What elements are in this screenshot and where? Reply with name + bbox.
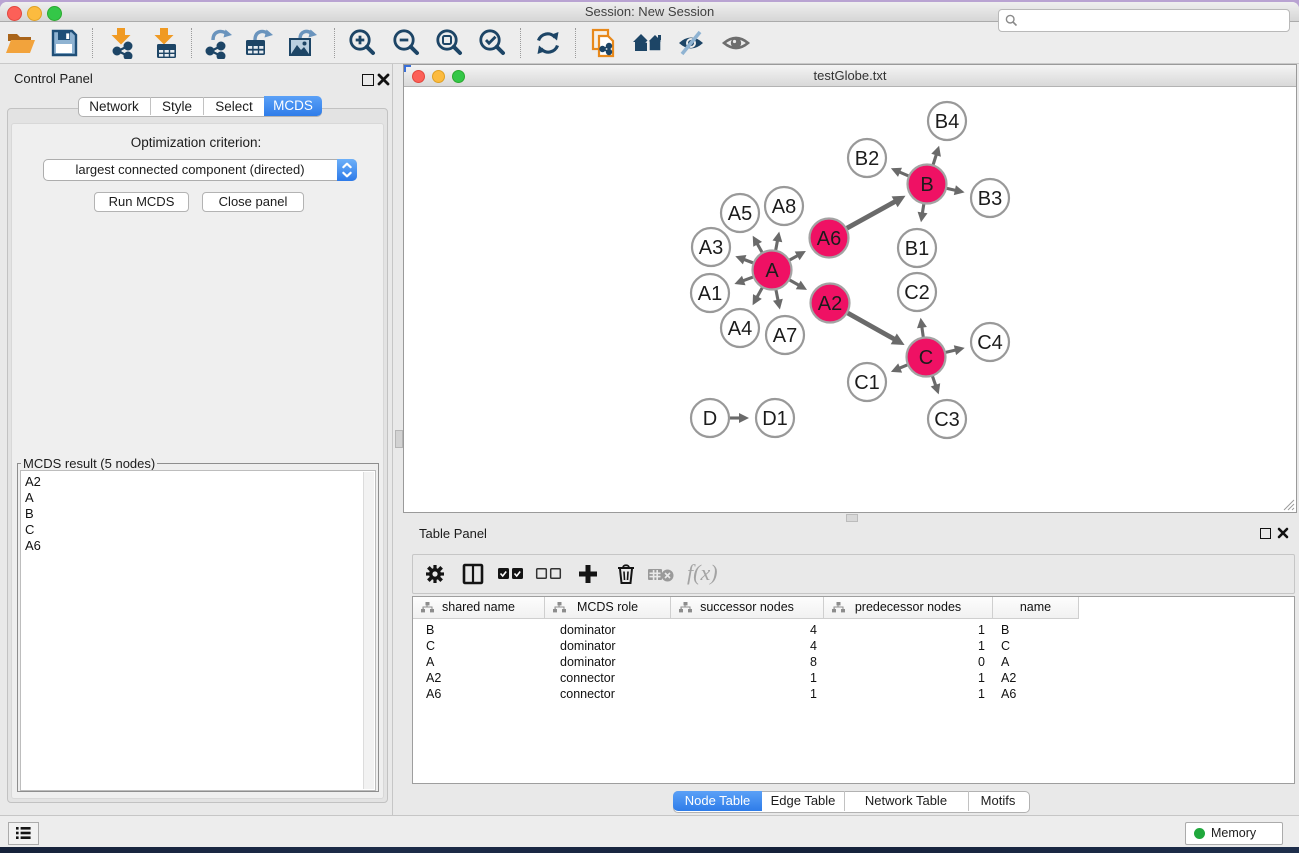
svg-text:C: C: [919, 347, 933, 369]
svg-text:A: A: [765, 260, 779, 282]
svg-text:C2: C2: [904, 282, 930, 304]
svg-text:B: B: [920, 174, 933, 196]
svg-text:C4: C4: [977, 332, 1003, 354]
svg-text:A1: A1: [698, 283, 722, 305]
svg-text:A8: A8: [772, 196, 796, 218]
svg-text:A5: A5: [728, 203, 752, 225]
svg-text:A4: A4: [728, 318, 752, 340]
svg-text:C1: C1: [854, 372, 880, 394]
svg-text:D1: D1: [762, 408, 788, 430]
svg-text:A7: A7: [773, 325, 797, 347]
svg-text:A2: A2: [818, 293, 842, 315]
svg-text:D: D: [703, 408, 717, 430]
svg-text:C3: C3: [934, 409, 960, 431]
svg-text:B2: B2: [855, 148, 879, 170]
svg-text:A3: A3: [699, 237, 723, 259]
svg-text:B3: B3: [978, 188, 1002, 210]
svg-text:A6: A6: [817, 228, 841, 250]
svg-text:B1: B1: [905, 238, 929, 260]
svg-text:B4: B4: [935, 111, 959, 133]
